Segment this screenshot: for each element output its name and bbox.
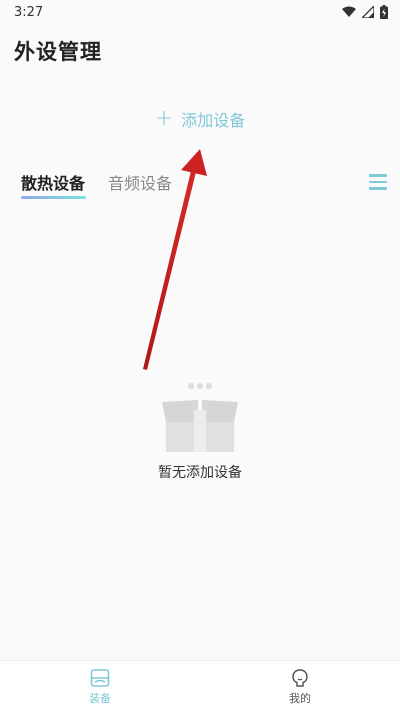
bottom-nav: 装备 我的	[0, 660, 400, 712]
battery-icon	[380, 5, 388, 19]
profile-icon	[292, 668, 308, 687]
page-title: 外设管理	[14, 40, 102, 64]
status-time: 3:27	[14, 4, 44, 20]
status-bar: 3:27	[0, 0, 400, 24]
equipment-icon	[90, 668, 110, 687]
signal-icon	[362, 6, 374, 18]
tab-audio-devices[interactable]: 音频设备	[108, 170, 172, 194]
plus-icon: +	[154, 106, 174, 131]
nav-item-equipment[interactable]: 装备	[0, 661, 200, 712]
menu-icon[interactable]	[369, 174, 387, 190]
tab-active-indicator	[21, 196, 86, 199]
empty-box-icon	[162, 383, 238, 452]
status-icons	[342, 5, 388, 19]
device-tabs: 散热设备 音频设备	[0, 164, 400, 204]
wifi-icon	[342, 6, 356, 17]
empty-state-text: 暂无添加设备	[158, 465, 242, 481]
add-device-button[interactable]: + 添加设备	[0, 104, 400, 134]
tab-cooling-devices[interactable]: 散热设备	[21, 170, 85, 194]
nav-item-profile[interactable]: 我的	[200, 661, 400, 712]
add-device-label: 添加设备	[181, 111, 246, 130]
nav-label-equipment: 装备	[89, 691, 111, 705]
nav-label-profile: 我的	[289, 691, 311, 705]
